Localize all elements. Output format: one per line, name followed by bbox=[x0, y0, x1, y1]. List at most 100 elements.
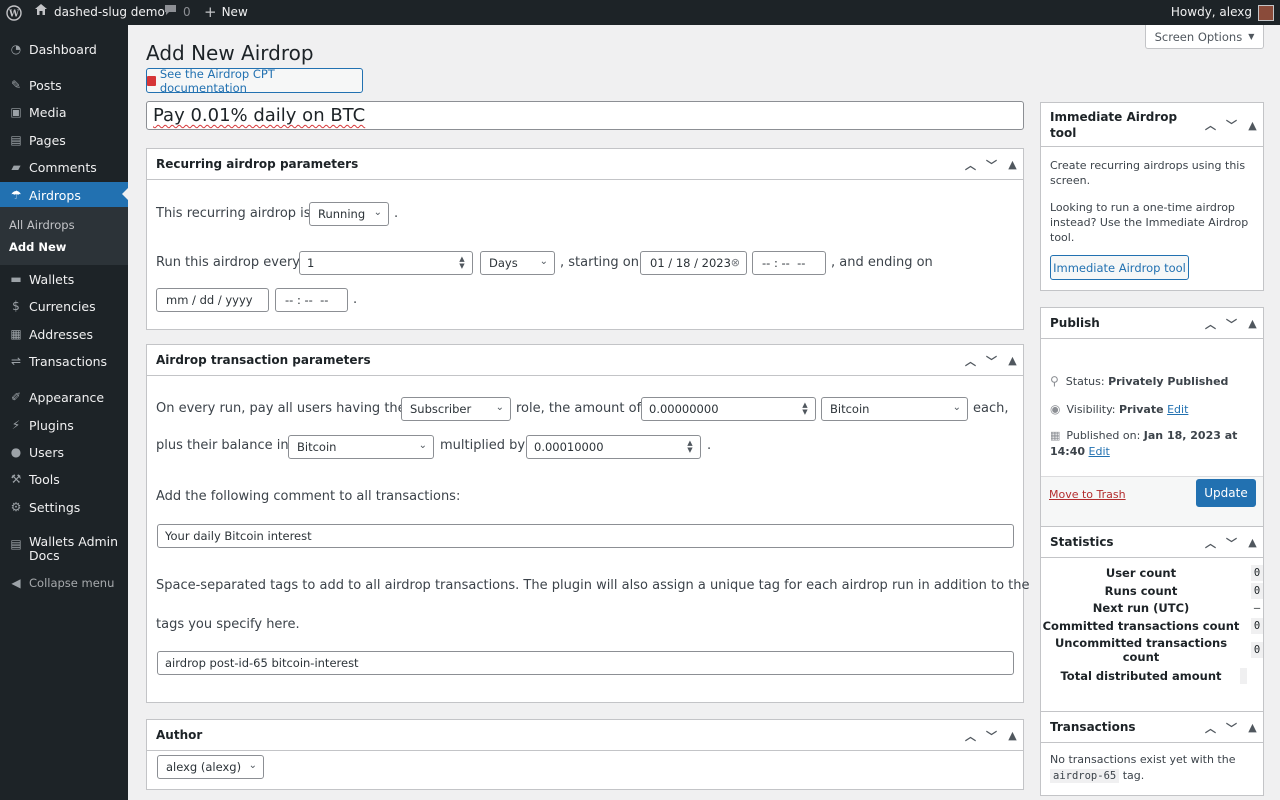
role-select[interactable]: Subscriber ⌄ bbox=[401, 397, 511, 421]
unit-select[interactable]: Days ⌄ bbox=[480, 251, 555, 275]
toggle-panel-icon[interactable]: ▲ bbox=[1246, 536, 1259, 549]
toggle-panel-icon[interactable]: ▲ bbox=[1246, 721, 1259, 734]
sidebar-label: Tools bbox=[29, 471, 60, 487]
stat-label: Committed transactions count bbox=[1042, 618, 1240, 633]
stat-row: Runs count 0 bbox=[1041, 582, 1263, 599]
stat-label: Runs count bbox=[1104, 583, 1178, 598]
update-button[interactable]: Update bbox=[1196, 479, 1256, 507]
sidebar-item-posts[interactable]: ✎ Posts bbox=[0, 73, 128, 97]
start-time-input[interactable]: -- : -- -- bbox=[752, 251, 826, 275]
move-down-icon[interactable]: ﹀ bbox=[1225, 535, 1238, 551]
move-up-icon[interactable]: ︿ bbox=[964, 353, 977, 369]
comment-label: Add the following comment to all transac… bbox=[156, 489, 461, 504]
sidebar-label: Wallets bbox=[29, 271, 75, 287]
stat-row: Committed transactions count 0 bbox=[1041, 617, 1263, 634]
sidebar-item-pages[interactable]: ▤ Pages bbox=[0, 128, 128, 152]
each-text: each, bbox=[973, 401, 1009, 416]
collapse-label: Collapse menu bbox=[29, 576, 115, 590]
stat-value: — bbox=[1253, 601, 1261, 614]
screen-options-button[interactable]: Screen Options ▼ bbox=[1145, 25, 1264, 49]
stepper-icon[interactable]: ▲ ▼ bbox=[800, 402, 810, 416]
box-controls: ︿ ﹀ ▲ bbox=[964, 149, 1019, 180]
move-up-icon[interactable]: ︿ bbox=[1204, 316, 1217, 332]
published-time: 14:40 bbox=[1050, 445, 1086, 458]
sidebar-item-comments[interactable]: ▰ Comments bbox=[0, 155, 128, 179]
sidebar-item-currencies[interactable]: $ Currencies bbox=[0, 294, 128, 318]
move-to-trash-link[interactable]: Move to Trash bbox=[1049, 488, 1126, 501]
collapse-menu-button[interactable]: ◀ Collapse menu bbox=[0, 571, 128, 595]
sidebar-item-wallets[interactable]: ▬ Wallets bbox=[0, 267, 128, 291]
toggle-panel-icon[interactable]: ▲ bbox=[1006, 158, 1019, 171]
publish-box: Publish ︿ ﹀ ▲ ⚲ Status: Privately Publishe… bbox=[1040, 307, 1264, 537]
sidebar-item-settings[interactable]: ⚙ Settings bbox=[0, 495, 128, 519]
multiplier-input[interactable]: 0.00010000 ▲ ▼ bbox=[526, 435, 701, 459]
move-up-icon[interactable]: ︿ bbox=[1204, 720, 1217, 736]
visibility-value: Private bbox=[1119, 402, 1164, 416]
sidebar-item-plugins[interactable]: ⚡ Plugins bbox=[0, 413, 128, 437]
amount-input[interactable]: 0.00000000 ▲ ▼ bbox=[641, 397, 816, 421]
sidebar-item-users[interactable]: ● Users bbox=[0, 440, 128, 464]
sidebar-label: Addresses bbox=[29, 326, 93, 342]
doc-button[interactable]: See the Airdrop CPT documentation bbox=[146, 67, 363, 95]
sidebar-item-tools[interactable]: ⚒ Tools bbox=[0, 467, 128, 491]
move-down-icon[interactable]: ﹀ bbox=[1225, 316, 1238, 332]
wordpress-logo-icon[interactable]: W bbox=[6, 0, 22, 25]
toggle-panel-icon[interactable]: ▲ bbox=[1246, 119, 1259, 132]
box-title: Immediate Airdrop tool bbox=[1050, 109, 1178, 140]
move-up-icon[interactable]: ︿ bbox=[964, 728, 977, 744]
clear-icon[interactable]: ⊗ bbox=[731, 256, 740, 269]
sidebar-item-media[interactable]: ▣ Media bbox=[0, 100, 128, 124]
end-date-input[interactable]: mm / dd / yyyy bbox=[156, 288, 269, 312]
move-down-icon[interactable]: ﹀ bbox=[1225, 117, 1238, 133]
move-down-icon[interactable]: ﹀ bbox=[985, 728, 998, 744]
box-controls: ︿ ﹀ ▲ bbox=[964, 720, 1019, 751]
sidebar-label: Dashboard bbox=[29, 41, 97, 57]
stepper-icon[interactable]: ▲ ▼ bbox=[457, 256, 467, 270]
account-menu[interactable]: Howdy, alexg bbox=[1171, 0, 1274, 25]
comments-link[interactable]: 0 bbox=[164, 0, 191, 25]
author-select[interactable]: alexg (alexg) ⌄ bbox=[157, 755, 264, 779]
eye-icon: ◉ bbox=[1050, 402, 1061, 416]
stat-value: 0 bbox=[1251, 642, 1263, 658]
sidebar-item-transactions[interactable]: ⇌ Transactions bbox=[0, 349, 128, 373]
currency-select[interactable]: Bitcoin ⌄ bbox=[821, 397, 968, 421]
toggle-panel-icon[interactable]: ▲ bbox=[1006, 729, 1019, 742]
move-down-icon[interactable]: ﹀ bbox=[1225, 720, 1238, 736]
balance-currency-select[interactable]: Bitcoin ⌄ bbox=[288, 435, 434, 459]
start-date-input[interactable]: 01 / 18 / 2023 ⊗ bbox=[640, 251, 747, 275]
sidebar-item-appearance[interactable]: ✐ Appearance bbox=[0, 385, 128, 409]
status-select[interactable]: Running ⌄ bbox=[309, 202, 389, 226]
immediate-airdrop-button[interactable]: Immediate Airdrop tool bbox=[1050, 255, 1189, 280]
visibility-edit-link[interactable]: Edit bbox=[1167, 403, 1188, 416]
sidebar-item-airdrops[interactable]: ☂ Airdrops bbox=[0, 182, 128, 208]
submenu-add-new[interactable]: Add New bbox=[9, 240, 66, 254]
post-title-input[interactable]: Pay 0.01% daily on BTC bbox=[146, 101, 1024, 130]
sidebar-item-wallets-docs[interactable]: ▤ Wallets Admin Docs bbox=[0, 535, 128, 569]
interval-input[interactable]: 1 ▲ ▼ bbox=[299, 251, 473, 275]
toggle-panel-icon[interactable]: ▲ bbox=[1246, 317, 1259, 330]
new-content-link[interactable]: + New bbox=[204, 0, 248, 25]
move-up-icon[interactable]: ︿ bbox=[964, 157, 977, 173]
move-down-icon[interactable]: ﹀ bbox=[985, 157, 998, 173]
sidebar-item-dashboard[interactable]: ◔ Dashboard bbox=[0, 37, 128, 61]
end-time-value: -- : -- -- bbox=[285, 293, 329, 307]
move-down-icon[interactable]: ﹀ bbox=[985, 353, 998, 369]
sidebar-label: Posts bbox=[29, 77, 62, 93]
comment-input[interactable]: Your daily Bitcoin interest bbox=[157, 524, 1014, 548]
stepper-icon[interactable]: ▲ ▼ bbox=[685, 440, 695, 454]
users-icon: ● bbox=[10, 445, 22, 459]
move-up-icon[interactable]: ︿ bbox=[1204, 535, 1217, 551]
end-time-input[interactable]: -- : -- -- bbox=[275, 288, 348, 312]
toggle-panel-icon[interactable]: ▲ bbox=[1006, 354, 1019, 367]
tags-input[interactable]: airdrop post-id-65 bitcoin-interest bbox=[157, 651, 1014, 675]
interval-value: 1 bbox=[307, 256, 315, 270]
site-name-link[interactable]: dashed-slug demo bbox=[34, 0, 165, 25]
submenu-all-airdrops[interactable]: All Airdrops bbox=[9, 218, 75, 232]
status-value: Privately Published bbox=[1108, 374, 1229, 388]
howdy-text: Howdy, alexg bbox=[1170, 5, 1252, 19]
sidebar-item-addresses[interactable]: ▦ Addresses bbox=[0, 322, 128, 346]
currency-icon: $ bbox=[12, 299, 20, 313]
date-edit-link[interactable]: Edit bbox=[1089, 445, 1110, 458]
move-up-icon[interactable]: ︿ bbox=[1204, 117, 1217, 133]
unit-select-value: Days bbox=[489, 256, 518, 270]
